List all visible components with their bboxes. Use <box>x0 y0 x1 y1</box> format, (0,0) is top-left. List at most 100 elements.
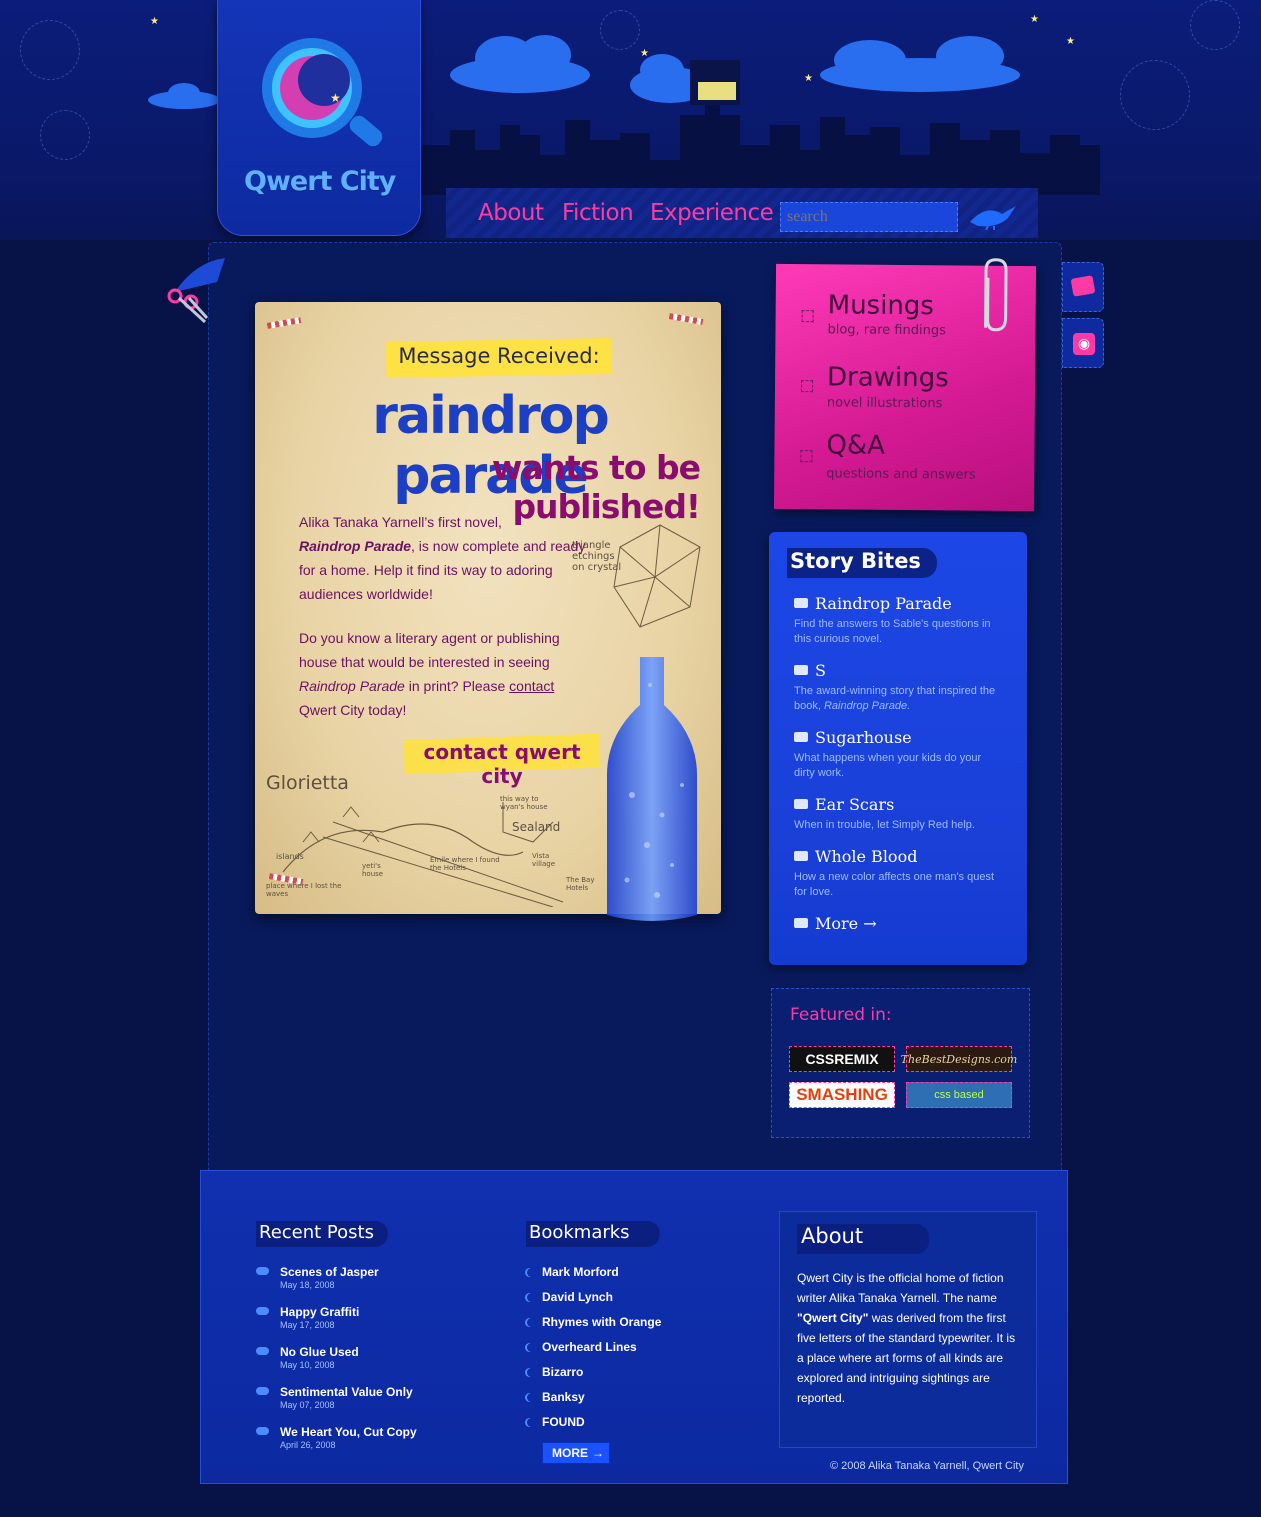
badge-smashing[interactable]: SMASHING <box>789 1082 895 1108</box>
hero-paragraph-2: Do you know a literary agent or publishi… <box>299 630 560 718</box>
sticky-item-sub: questions and answers <box>826 466 976 483</box>
contact-button[interactable]: contact qwert city <box>404 740 600 788</box>
cloud-bullet-icon <box>256 1267 269 1275</box>
recent-posts-heading: Recent Posts <box>259 1222 374 1243</box>
message-received-label: Message Received: <box>398 344 600 368</box>
checkbox-icon <box>801 310 814 323</box>
checkbox-icon <box>800 380 814 393</box>
story-item-s[interactable]: S <box>815 661 826 680</box>
sticky-item-drawings[interactable]: Drawings <box>827 362 949 393</box>
novel-title: Raindrop Parade <box>299 538 412 554</box>
copyright: © 2008 Alika Tanaka Yarnell, Qwert City <box>830 1460 1024 1472</box>
book-icon <box>794 851 808 861</box>
hero-paragraph-1: Alika Tanaka Yarnell’s first novel, Rain… <box>299 514 586 602</box>
moon-bullet-icon <box>527 1293 536 1302</box>
sketch-emile-label: Emile where I found the Hotels <box>430 856 500 872</box>
nav-fiction[interactable]: Fiction <box>562 200 634 226</box>
city-skyline <box>420 105 1100 195</box>
cloud-bullet-icon <box>256 1347 269 1355</box>
cloud-bullet-icon <box>256 1427 269 1435</box>
story-item-sugarhouse[interactable]: Sugarhouse <box>815 728 912 747</box>
sticky-item-musings[interactable]: Musings <box>828 290 934 321</box>
moon-bullet-icon <box>527 1368 536 1377</box>
post-date: April 26, 2008 <box>280 1440 336 1450</box>
story-item-desc: Find the answers to Sable's questions in… <box>794 618 991 645</box>
sketch-place-label: place where I lost the waves <box>266 882 342 898</box>
tape-strip <box>266 317 302 329</box>
logo-tab[interactable]: ★ <box>217 0 421 236</box>
moon-bullet-icon <box>527 1318 536 1327</box>
sketch-glorietta-label: Glorietta <box>266 772 349 794</box>
novel-title: Raindrop Parade <box>299 678 405 694</box>
story-item-desc: When in trouble, let Simply Red help. <box>794 819 975 831</box>
story-more-link[interactable]: More → <box>815 914 877 933</box>
post-date: May 18, 2008 <box>280 1280 335 1290</box>
recent-post-link[interactable]: Scenes of Jasper <box>280 1265 379 1279</box>
bookmark-link[interactable]: Bizarro <box>542 1365 583 1379</box>
sticky-note-menu: Musings blog, rare findings Drawings nov… <box>773 258 1037 512</box>
book-icon <box>794 918 808 928</box>
bookmark-link[interactable]: Mark Morford <box>542 1265 619 1279</box>
about-heading: About <box>801 1224 864 1248</box>
sketch-yetis-label: yeti's house <box>362 862 384 878</box>
cloud-bullet-icon <box>256 1387 269 1395</box>
featured-heading: Featured in: <box>790 1005 892 1025</box>
sticky-item-qa[interactable]: Q&A <box>826 430 885 461</box>
search-input[interactable] <box>780 202 958 232</box>
bookmark-link[interactable]: Banksy <box>542 1390 585 1404</box>
post-date: May 10, 2008 <box>280 1360 335 1370</box>
story-item-whole-blood[interactable]: Whole Blood <box>815 847 917 866</box>
bookmark-link[interactable]: Overheard Lines <box>542 1340 637 1354</box>
arrow-right-icon: → <box>592 1446 604 1460</box>
bookmark-link[interactable]: Rhymes with Orange <box>542 1315 661 1329</box>
moon-bullet-icon <box>527 1268 536 1277</box>
rss-icon: ◉ <box>1073 333 1095 355</box>
recent-post-link[interactable]: No Glue Used <box>280 1345 359 1359</box>
sketch-note-label: this way to wyan's house <box>500 795 548 811</box>
scissors-icon <box>167 258 225 324</box>
sketch-vista-label: Vista village <box>532 852 556 868</box>
tag-icon <box>1070 275 1096 297</box>
moon-bullet-icon <box>527 1418 536 1427</box>
badge-cssremix[interactable]: CSSREMIX <box>789 1046 895 1072</box>
post-date: May 07, 2008 <box>280 1400 335 1410</box>
badge-cssbased[interactable]: css based <box>906 1082 1012 1108</box>
story-item-raindrop-parade[interactable]: Raindrop Parade <box>815 594 952 613</box>
book-icon <box>794 665 808 675</box>
bookmark-link[interactable]: FOUND <box>542 1415 585 1429</box>
bookmarks-more-button[interactable]: MORE → <box>542 1442 610 1464</box>
moon-bullet-icon <box>527 1343 536 1352</box>
sticky-item-sub: blog, rare findings <box>827 322 946 339</box>
side-tab-flickr[interactable] <box>1062 262 1104 312</box>
bird-icon <box>970 206 1016 230</box>
sticky-item-sub: novel illustrations <box>826 395 943 412</box>
recent-post-link[interactable]: We Heart You, Cut Copy <box>280 1425 417 1439</box>
arrow-right-icon: → <box>863 914 877 933</box>
story-item-desc: The award-winning story that inspired th… <box>794 685 996 712</box>
story-item-ear-scars[interactable]: Ear Scars <box>815 795 894 814</box>
recent-post-link[interactable]: Sentimental Value Only <box>280 1385 413 1399</box>
book-icon <box>794 598 808 608</box>
story-item-desc: How a new color affects one man's quest … <box>794 871 995 898</box>
story-bites-heading: Story Bites <box>790 549 921 573</box>
bookmark-link[interactable]: David Lynch <box>542 1290 613 1304</box>
paperclip-icon <box>984 258 1008 332</box>
sketch-bay-label: The Bay Hotels <box>566 876 595 892</box>
logo-q-icon: ★ <box>262 38 383 147</box>
side-tab-rss[interactable]: ◉ <box>1062 318 1104 368</box>
about-text: Qwert City is the official home of ficti… <box>797 1271 1016 1405</box>
book-icon <box>794 799 808 809</box>
contact-link[interactable]: contact <box>509 678 554 694</box>
site-logo-text[interactable]: Qwert City <box>244 166 404 197</box>
moon-bullet-icon <box>527 1393 536 1402</box>
recent-post-link[interactable]: Happy Graffiti <box>280 1305 359 1319</box>
nav-about[interactable]: About <box>478 200 544 226</box>
svg-text:★: ★ <box>330 91 341 105</box>
book-icon <box>794 732 808 742</box>
nav-experience[interactable]: Experience <box>650 200 774 226</box>
sketch-islands-label: islands <box>276 852 304 861</box>
story-item-desc: What happens when your kids do your dirt… <box>794 752 982 779</box>
crystal-sketch <box>613 524 701 628</box>
bottle-image <box>607 657 697 921</box>
badge-thebestdesigns[interactable]: TheBestDesigns.com <box>901 1046 1017 1072</box>
